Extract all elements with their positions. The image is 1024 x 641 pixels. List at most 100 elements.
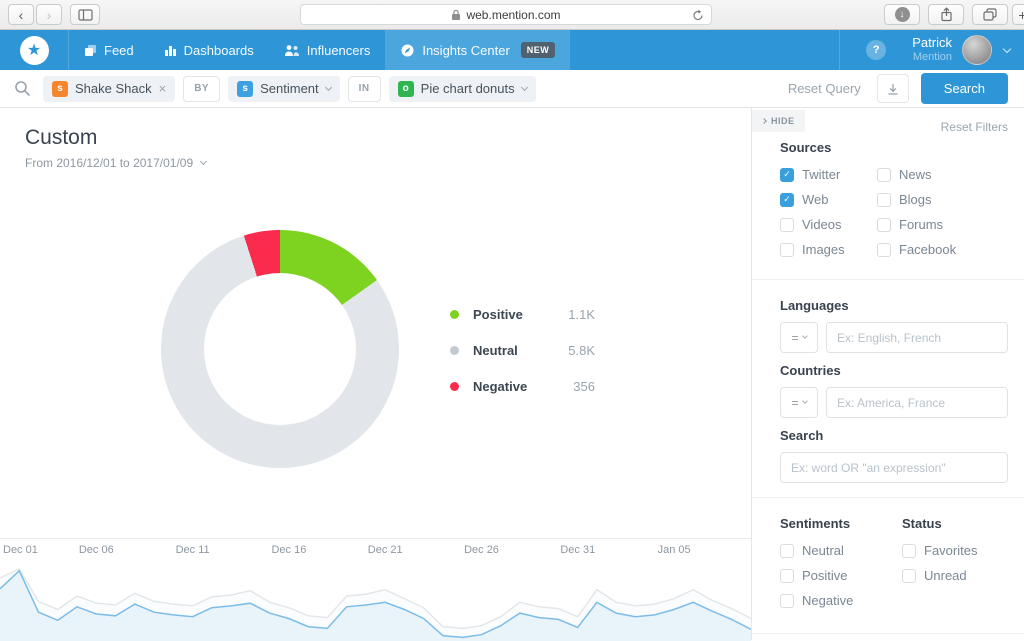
checkbox-checked-icon[interactable]: ✓: [780, 192, 794, 207]
nav-user-area: ? Patrick Mention: [839, 30, 1024, 70]
checkbox-unchecked-icon[interactable]: [902, 543, 916, 558]
languages-input[interactable]: [826, 322, 1008, 353]
checkbox-facebook[interactable]: Facebook: [877, 242, 1008, 257]
countries-operator-select[interactable]: =: [780, 387, 818, 418]
checkbox-label: Web: [802, 192, 829, 207]
checkbox-web[interactable]: ✓ Web: [780, 192, 877, 207]
downloads-button[interactable]: ↓: [884, 4, 920, 25]
legend-row-neutral[interactable]: Neutral 5.8K: [450, 332, 595, 368]
influencers-icon: [284, 44, 300, 57]
checkbox-images[interactable]: Images: [780, 242, 877, 257]
checkbox-label: Videos: [802, 217, 842, 232]
checkbox-blogs[interactable]: Blogs: [877, 192, 1008, 207]
feed-icon: [84, 44, 97, 57]
reset-filters-link[interactable]: Reset Filters: [941, 120, 1008, 134]
token-label: Sentiment: [260, 81, 319, 96]
hide-sidebar-button[interactable]: HIDE: [752, 110, 805, 132]
chevron-right-icon: [761, 118, 767, 124]
checkbox-unchecked-icon[interactable]: [877, 242, 891, 257]
user-names: Patrick Mention: [912, 35, 952, 64]
checkbox-label: News: [899, 167, 932, 182]
timeline-tick-label: Dec 01: [3, 544, 38, 556]
sidebar-panel-icon: [77, 8, 93, 21]
close-icon[interactable]: ×: [159, 81, 167, 96]
checkbox-checked-icon[interactable]: ✓: [780, 167, 794, 182]
query-token-sentiment[interactable]: s Sentiment: [228, 75, 340, 102]
chevron-down-icon[interactable]: [520, 83, 528, 91]
checkbox-unread[interactable]: Unread: [902, 568, 977, 583]
timeline-chart[interactable]: Dec 01 Dec 06 Dec 11 Dec 16 Dec 21 Dec 26 Dec …: [0, 538, 751, 641]
checkbox-unchecked-icon[interactable]: [877, 167, 891, 182]
browser-sidebar-toggle-button[interactable]: [70, 4, 100, 25]
query-token-shake-shack[interactable]: s Shake Shack ×: [43, 75, 176, 102]
token-type-icon: s: [237, 80, 254, 97]
checkbox-unchecked-icon[interactable]: [902, 568, 916, 583]
timeline-tick-label: Jan 05: [657, 544, 691, 556]
app-navbar: ★ Feed Dashboards Influencers Insights Cent…: [0, 30, 1024, 70]
search-filter-input[interactable]: [780, 452, 1008, 483]
checkbox-unchecked-icon[interactable]: [780, 217, 794, 232]
checkbox-neutral[interactable]: Neutral: [780, 543, 902, 558]
search-button[interactable]: Search: [920, 73, 1008, 104]
checkbox-videos[interactable]: Videos: [780, 217, 877, 232]
query-operator-by[interactable]: BY: [183, 75, 221, 102]
checkbox-unchecked-icon[interactable]: [780, 543, 794, 558]
search-filter-title: Search: [780, 428, 824, 443]
timeline-tick-label: Dec 26: [464, 544, 499, 556]
nav-item-influencers[interactable]: Influencers: [269, 30, 386, 70]
export-button[interactable]: [876, 74, 909, 103]
nav-item-dashboards[interactable]: Dashboards: [149, 30, 269, 70]
checkbox-positive[interactable]: Positive: [780, 568, 902, 583]
operator-value: =: [791, 395, 799, 410]
query-token-pie-chart-donuts[interactable]: o Pie chart donuts: [388, 75, 536, 102]
checkbox-label: Facebook: [899, 242, 957, 257]
timeline-area-chart: [0, 568, 751, 641]
checkbox-unchecked-icon[interactable]: [877, 192, 891, 207]
query-actions: Reset Query Search: [788, 73, 1008, 104]
nav-item-label: Influencers: [306, 42, 371, 58]
chevron-down-icon[interactable]: [324, 83, 332, 91]
checkbox-twitter[interactable]: ✓ Twitter: [780, 167, 877, 182]
browser-back-button[interactable]: ‹: [8, 4, 34, 25]
legend-label: Negative: [473, 378, 528, 394]
show-tabs-button[interactable]: [972, 4, 1008, 25]
reload-button[interactable]: [692, 9, 704, 25]
languages-operator-select[interactable]: =: [780, 322, 818, 353]
sources-title: Sources: [780, 140, 832, 155]
address-bar[interactable]: web.mention.com: [300, 4, 712, 25]
divider: [752, 633, 1024, 634]
legend-label: Neutral: [473, 342, 518, 358]
date-range-selector[interactable]: From 2016/12/01 to 2017/01/09: [25, 156, 208, 170]
dashboards-icon: [164, 44, 177, 57]
browser-forward-button[interactable]: ›: [36, 4, 62, 25]
countries-input[interactable]: [826, 387, 1008, 418]
checkbox-favorites[interactable]: Favorites: [902, 543, 977, 558]
checkbox-unchecked-icon[interactable]: [780, 568, 794, 583]
legend-row-positive[interactable]: Positive 1.1K: [450, 296, 595, 332]
checkbox-forums[interactable]: Forums: [877, 217, 1008, 232]
nav-item-label: Feed: [104, 42, 134, 58]
chevron-down-icon[interactable]: [1002, 44, 1012, 53]
legend-row-negative[interactable]: Negative 356: [450, 368, 595, 404]
nav-item-insights-center[interactable]: Insights Center NEW: [385, 30, 571, 70]
checkbox-unchecked-icon[interactable]: [877, 217, 891, 232]
nav-item-feed[interactable]: Feed: [69, 30, 149, 70]
sentiments-title: Sentiments: [780, 516, 851, 531]
checkbox-negative[interactable]: Negative: [780, 593, 902, 608]
avatar[interactable]: [962, 35, 992, 65]
mention-logo[interactable]: ★: [0, 35, 68, 65]
checkbox-news[interactable]: News: [877, 167, 1008, 182]
timeline-axis-labels: Dec 01 Dec 06 Dec 11 Dec 16 Dec 21 Dec 26 Dec …: [0, 539, 751, 559]
query-operator-in[interactable]: IN: [347, 75, 381, 102]
sentiment-donut-chart[interactable]: [161, 230, 399, 468]
reset-query-link[interactable]: Reset Query: [788, 81, 861, 96]
legend-dot-icon: [450, 309, 459, 319]
checkbox-label: Forums: [899, 217, 944, 232]
help-icon[interactable]: ?: [866, 40, 887, 60]
checkbox-unchecked-icon[interactable]: [780, 242, 794, 257]
share-button[interactable]: [928, 4, 964, 25]
new-tab-button[interactable]: +: [1012, 4, 1024, 25]
checkbox-unchecked-icon[interactable]: [780, 593, 794, 608]
legend-value: 5.8K: [568, 342, 595, 358]
status-title: Status: [902, 516, 942, 531]
